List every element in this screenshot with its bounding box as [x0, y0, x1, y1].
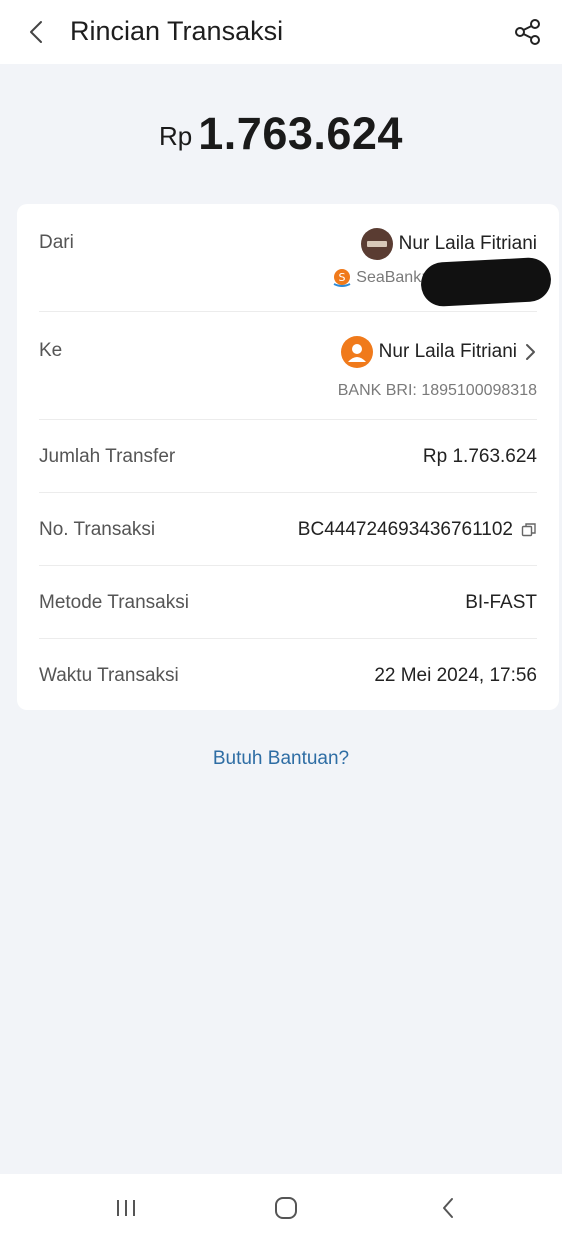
sender-name: Nur Laila Fitriani	[398, 233, 537, 254]
transaction-amount: Rp 1.763.624	[0, 108, 562, 160]
user-avatar-icon	[340, 336, 373, 368]
page-title: Rincian Transaksi	[70, 16, 284, 46]
from-account: Nur Laila Fitriani	[360, 228, 537, 260]
detail-row: Jumlah Transfer Rp 1.763.624	[17, 420, 559, 492]
detail-value: BC444724693436761102	[297, 519, 513, 540]
to-label: Ke	[39, 340, 63, 361]
chevron-left-icon	[30, 21, 42, 43]
system-back-button[interactable]	[428, 1192, 468, 1224]
transaction-details-card: Dari Nur Laila Fitriani S SeaBank: 9 Ke	[17, 204, 559, 710]
copy-icon[interactable]	[521, 522, 537, 538]
top-bar: Rincian Transaksi	[0, 0, 562, 64]
share-icon	[515, 19, 540, 45]
chevron-right-icon	[526, 344, 535, 360]
transaction-id: BC444724693436761102	[298, 519, 537, 541]
home-icon	[275, 1197, 297, 1219]
to-row[interactable]: Ke Nur Laila Fitriani BANK BRI: 18951000…	[17, 312, 559, 419]
detail-row: Metode Transaksi BI-FAST	[17, 566, 559, 638]
from-label: Dari	[39, 232, 74, 253]
recipient-name: Nur Laila Fitriani	[378, 341, 517, 362]
system-nav-bar	[0, 1174, 562, 1242]
detail-label: Waktu Transaksi	[39, 665, 179, 686]
amount-currency: Rp	[159, 121, 193, 151]
detail-value: 22 Mei 2024, 17:56	[374, 665, 537, 686]
detail-row: No. Transaksi BC444724693436761102	[17, 493, 559, 565]
detail-row: Waktu Transaksi 22 Mei 2024, 17:56	[17, 639, 559, 710]
help-link[interactable]: Butuh Bantuan?	[0, 748, 562, 770]
recent-apps-icon	[117, 1200, 135, 1216]
recent-apps-button[interactable]	[106, 1192, 146, 1224]
svg-text:S: S	[339, 271, 346, 284]
from-row: Dari Nur Laila Fitriani S SeaBank: 9	[17, 204, 559, 311]
sender-avatar	[360, 228, 393, 260]
recipient-account[interactable]: Nur Laila Fitriani	[340, 336, 537, 368]
detail-label: Metode Transaksi	[39, 592, 189, 613]
detail-label: No. Transaksi	[39, 519, 156, 540]
home-button[interactable]	[266, 1192, 306, 1224]
amount-value: 1.763.624	[198, 108, 403, 159]
redacted-account-number	[419, 256, 553, 308]
detail-value: Rp 1.763.624	[422, 446, 537, 467]
back-button[interactable]	[22, 16, 50, 48]
detail-value: BI-FAST	[465, 592, 537, 613]
detail-label: Jumlah Transfer	[39, 446, 176, 467]
share-button[interactable]	[512, 16, 544, 48]
back-icon	[443, 1198, 453, 1218]
seabank-icon: S	[333, 269, 351, 287]
recipient-bank: BANK BRI: 1895100098318	[337, 382, 537, 399]
